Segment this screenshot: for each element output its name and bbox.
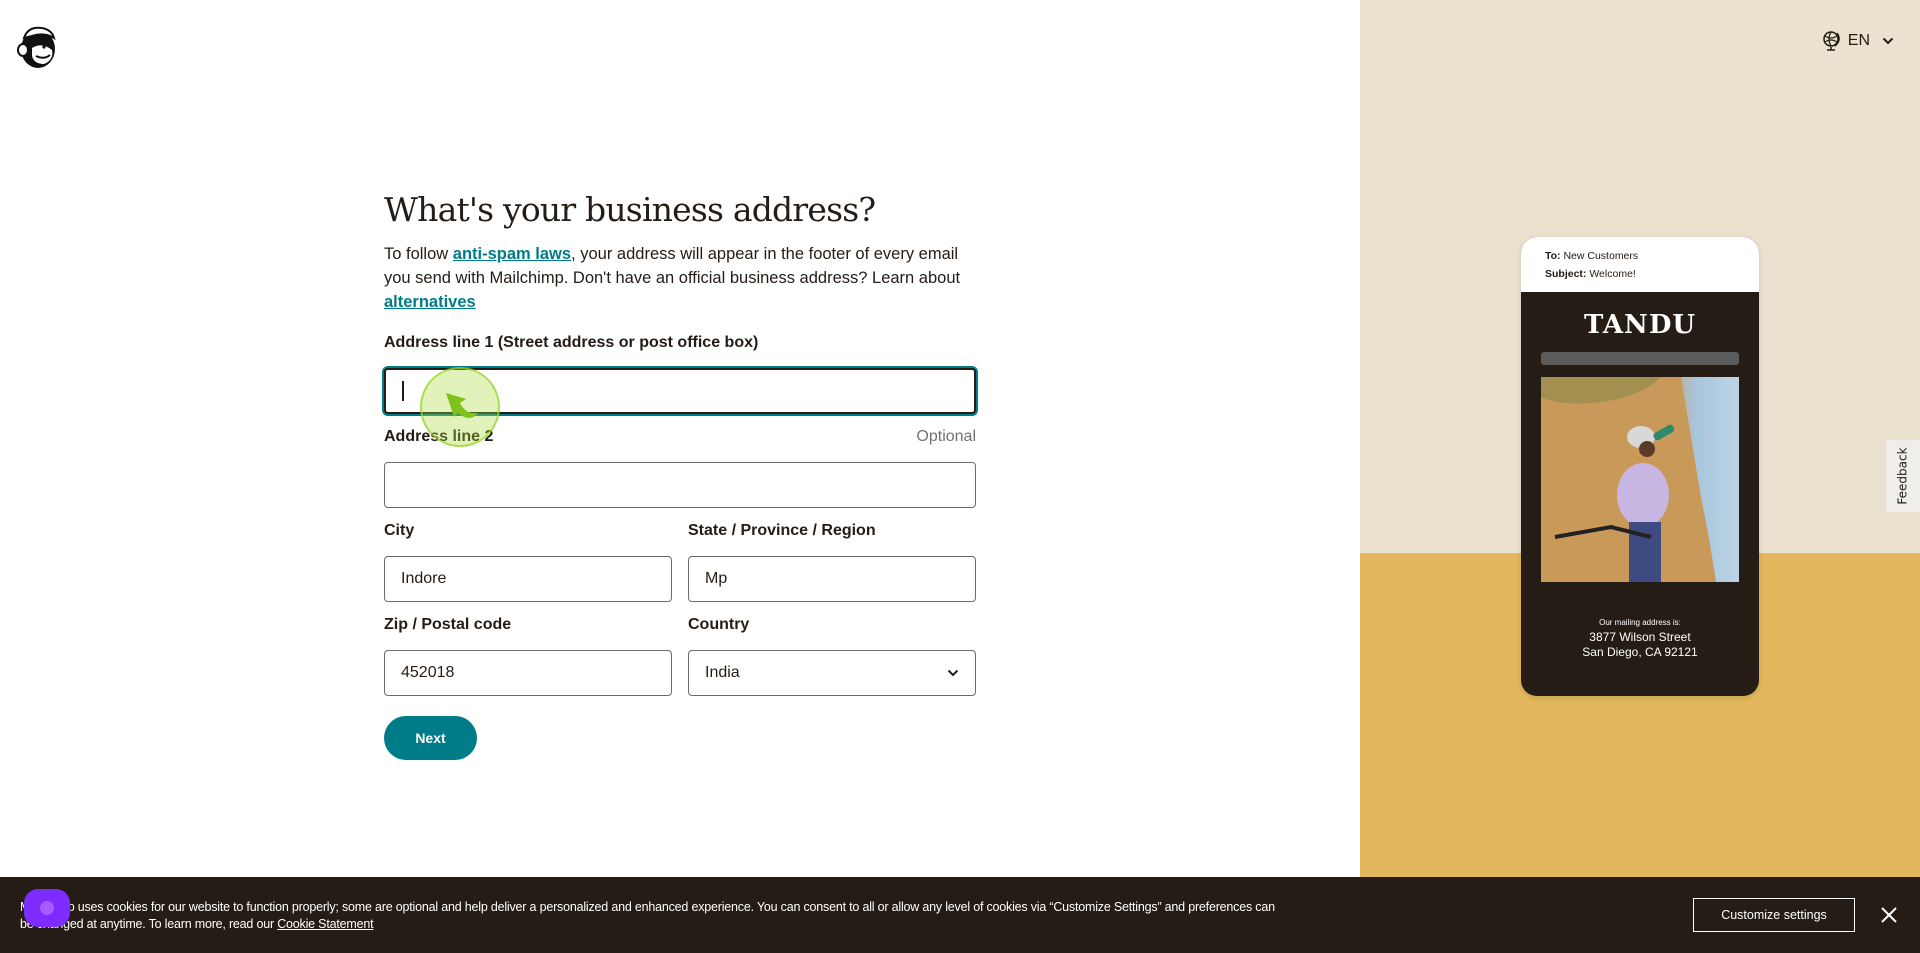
cursor-arrow-icon — [446, 393, 478, 418]
city-field: City Indore — [384, 522, 672, 602]
chevron-down-icon — [1882, 37, 1894, 45]
zip-field: Zip / Postal code 452018 — [384, 616, 672, 696]
city-label: City — [384, 522, 415, 539]
chat-widget-dot — [40, 901, 54, 915]
customize-settings-button[interactable]: Customize settings — [1693, 898, 1855, 932]
state-field: State / Province / Region Mp — [688, 522, 976, 602]
cookie-text: Mailchimp uses cookies for our website t… — [20, 900, 1275, 931]
country-label: Country — [688, 616, 750, 633]
city-input[interactable]: Indore — [384, 556, 672, 602]
subject-label: Subject: — [1545, 268, 1587, 280]
optional-hint: Optional — [916, 428, 976, 445]
email-preview: To: New Customers Subject: Welcome! TAND… — [1521, 237, 1759, 696]
to-value: New Customers — [1560, 250, 1639, 262]
globe-icon — [1823, 31, 1840, 51]
address-form: What's your business address? To follow … — [384, 190, 976, 314]
mailing-label: Our mailing address is: — [1599, 618, 1681, 627]
address-line-1-label: Address line 1 (Street address or post o… — [384, 334, 759, 351]
brand-name: TANDU — [1583, 310, 1697, 340]
mailing-address: 3877 Wilson Street San Diego, CA 92121 — [1521, 630, 1759, 660]
address-line: 3877 Wilson Street — [1589, 630, 1691, 644]
zip-input[interactable]: 452018 — [384, 650, 672, 696]
cookie-statement-link[interactable]: Cookie Statement — [277, 917, 373, 931]
cyclist-illustration — [1541, 377, 1716, 582]
city-value: Indore — [401, 570, 447, 587]
feedback-tab[interactable]: Feedback — [1886, 440, 1920, 512]
country-value: India — [705, 664, 740, 681]
zip-value: 452018 — [401, 664, 455, 681]
state-value: Mp — [705, 570, 728, 587]
country-select[interactable]: India — [688, 650, 976, 696]
alternatives-link[interactable]: alternatives — [384, 293, 476, 311]
close-icon[interactable] — [1878, 904, 1900, 926]
intro-text-part: To follow — [384, 245, 453, 263]
zip-label: Zip / Postal code — [384, 616, 512, 633]
language-selector[interactable]: EN — [1822, 30, 1894, 52]
feedback-label: Feedback — [1896, 447, 1910, 505]
next-button[interactable]: Next — [384, 716, 477, 760]
cookie-message: Mailchimp uses cookies for our website t… — [20, 899, 1280, 933]
country-field: Country India — [688, 616, 976, 696]
to-label: To: — [1545, 250, 1561, 262]
language-label: EN — [1847, 32, 1870, 49]
page-title: What's your business address? — [384, 190, 876, 229]
click-indicator — [420, 367, 500, 447]
email-header: To: New Customers Subject: Welcome! — [1521, 237, 1759, 292]
cookie-banner: Mailchimp uses cookies for our website t… — [0, 877, 1920, 953]
email-subject: Subject: Welcome! — [1545, 265, 1735, 283]
email-to: To: New Customers — [1545, 247, 1735, 265]
main-panel: What's your business address? To follow … — [0, 0, 1360, 953]
state-input[interactable]: Mp — [688, 556, 976, 602]
mailchimp-logo-icon[interactable] — [14, 22, 60, 72]
intro-text: To follow anti-spam laws, your address w… — [384, 242, 976, 314]
chat-widget-button[interactable] — [24, 889, 70, 927]
address-line-2-input[interactable] — [384, 462, 976, 508]
promo-panel: EN To: New Customers Subject: Welcome! T… — [1360, 0, 1920, 953]
anti-spam-laws-link[interactable]: anti-spam laws — [453, 245, 571, 263]
subject-value: Welcome! — [1586, 268, 1636, 280]
address-line: San Diego, CA 92121 — [1582, 645, 1698, 659]
cyclist-photo — [1541, 377, 1739, 582]
chevron-down-icon — [947, 669, 959, 677]
placeholder-bar — [1541, 352, 1739, 365]
text-caret — [402, 381, 404, 401]
state-label: State / Province / Region — [688, 522, 876, 539]
